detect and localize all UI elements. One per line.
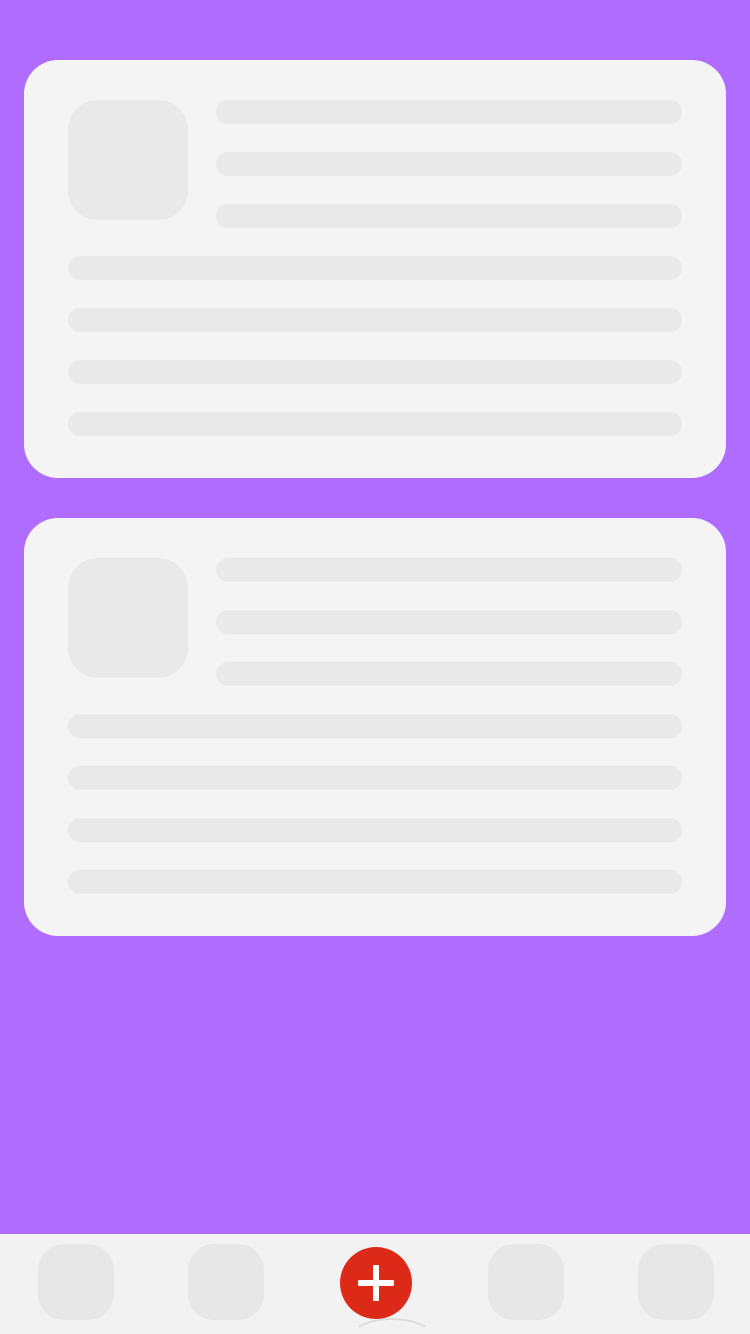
- plus-icon: [358, 1265, 394, 1301]
- skeleton-line: [68, 360, 682, 384]
- skeleton-line: [216, 558, 682, 582]
- skeleton-card: [24, 518, 726, 936]
- skeleton-line: [216, 100, 682, 124]
- feed-list: [24, 60, 726, 976]
- skeleton-card: [24, 60, 726, 478]
- tab-4-placeholder[interactable]: [488, 1244, 564, 1320]
- add-button[interactable]: [340, 1247, 412, 1319]
- bottom-tab-bar: [0, 1234, 750, 1334]
- skeleton-line: [216, 152, 682, 176]
- skeleton-line: [68, 308, 682, 332]
- skeleton-line: [216, 662, 682, 686]
- skeleton-thumbnail: [68, 100, 188, 220]
- tab-1-placeholder[interactable]: [38, 1244, 114, 1320]
- skeleton-line: [216, 204, 682, 228]
- skeleton-line: [68, 818, 682, 842]
- tab-2-placeholder[interactable]: [188, 1244, 264, 1320]
- skeleton-line: [216, 610, 682, 634]
- skeleton-line: [68, 870, 682, 894]
- home-indicator: [350, 1318, 434, 1334]
- app-screen: [0, 0, 750, 1334]
- skeleton-line: [68, 766, 682, 790]
- skeleton-line: [68, 256, 682, 280]
- skeleton-line: [68, 412, 682, 436]
- tab-5-placeholder[interactable]: [638, 1244, 714, 1320]
- skeleton-thumbnail: [68, 558, 188, 678]
- skeleton-line: [68, 714, 682, 738]
